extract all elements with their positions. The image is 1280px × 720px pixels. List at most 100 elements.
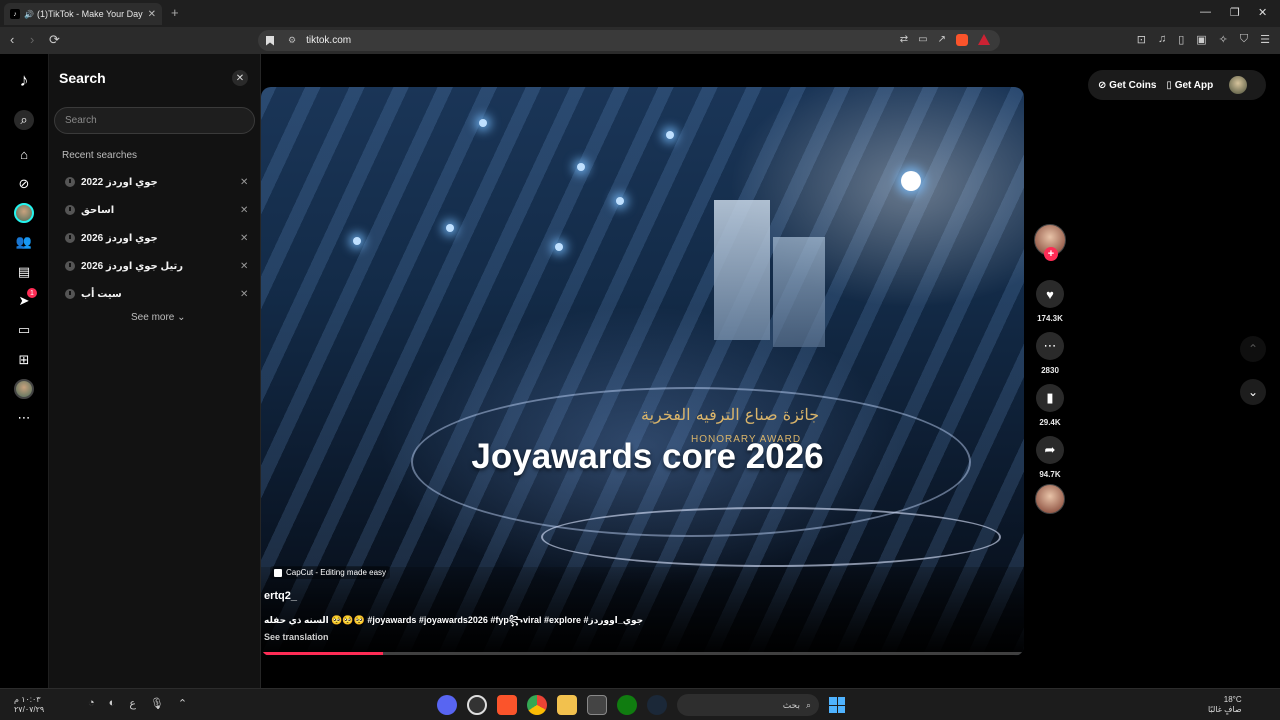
windows-start-icon[interactable]	[829, 697, 845, 713]
discord-icon[interactable]	[437, 695, 457, 715]
stage-light	[353, 237, 361, 245]
save-count: 29.4K	[1039, 418, 1061, 427]
forward-icon[interactable]: ›	[30, 32, 34, 47]
steam-icon[interactable]	[647, 695, 667, 715]
translate-icon[interactable]: ⇄	[900, 34, 908, 46]
leo-ai-icon[interactable]: ✧	[1219, 33, 1228, 46]
microphone-icon[interactable]: 🎙	[150, 697, 164, 710]
share-button[interactable]: ➦ 94.7K	[1034, 436, 1066, 479]
video-username[interactable]: ertq2_	[264, 590, 297, 602]
media-icon[interactable]: ♫	[1158, 33, 1166, 46]
screenshot-icon[interactable]: ⊡	[1137, 33, 1146, 46]
recent-search-item[interactable]: جوي اوردز 2022 ✕	[49, 168, 261, 196]
wifi-icon[interactable]: ◔	[88, 697, 95, 710]
see-more-button[interactable]: See more ⌄	[131, 312, 186, 323]
get-coins-button[interactable]: ⊘ Get Coins	[1098, 80, 1156, 91]
recent-search-item[interactable]: رتيل جوي اوردز 2026 ✕	[49, 252, 261, 280]
video-overlay-title: Joyawards core 2026	[471, 437, 824, 476]
previous-video-button[interactable]: ⌃	[1240, 336, 1266, 362]
browser-tab-tiktok[interactable]: ♪ 🔊 (1)TikTok - Make Your Day ✕	[4, 3, 162, 25]
taskbar-clock[interactable]: ١٠:٠٣ م ٢٧/٠٧/٢٩	[14, 695, 44, 715]
weather-widget[interactable]: 18°C صافٍ غالبًا	[1208, 695, 1242, 715]
nav-rail: ♪ ⌕ ⌂ ⊘ 👥 ▤ ➤ 1 ▭ ⊞ ⋯	[0, 54, 49, 688]
site-info-icon[interactable]: ⚙	[288, 35, 296, 46]
audience	[261, 567, 1024, 656]
comment-icon: ⋯	[1036, 332, 1064, 360]
capcut-anchor[interactable]: CapCut - Editing made easy	[270, 566, 391, 579]
friends-icon[interactable]: 👥	[14, 232, 34, 252]
back-icon[interactable]: ‹	[10, 32, 14, 47]
stage-screen	[714, 200, 770, 340]
window-close-icon[interactable]: ✕	[1258, 6, 1267, 19]
following-icon[interactable]	[14, 203, 34, 223]
save-button[interactable]: ▮ 29.4K	[1034, 384, 1066, 427]
minimize-icon[interactable]: —	[1200, 6, 1211, 18]
remove-icon[interactable]: ✕	[240, 289, 248, 300]
remove-icon[interactable]: ✕	[240, 205, 248, 216]
stage-light	[446, 224, 454, 232]
store-icon[interactable]	[587, 695, 607, 715]
recent-search-item[interactable]: اساحق ✕	[49, 196, 261, 224]
sidebar-icon[interactable]: ▯	[1178, 33, 1184, 46]
wallet-icon[interactable]: ▣	[1196, 33, 1206, 46]
comment-count: 2830	[1041, 366, 1059, 375]
heart-icon: ♥	[1036, 280, 1064, 308]
inbox-icon[interactable]: ➤ 1	[14, 288, 37, 311]
remove-icon[interactable]: ✕	[240, 177, 248, 188]
next-video-button[interactable]: ⌄	[1240, 379, 1266, 405]
remove-icon[interactable]: ✕	[240, 233, 248, 244]
search-input[interactable]	[54, 107, 255, 134]
new-tab-icon[interactable]: +	[171, 5, 179, 20]
chrome-icon[interactable]	[527, 695, 547, 715]
tab-close-icon[interactable]: ✕	[148, 9, 156, 20]
address-bar[interactable]: ⚙ tiktok.com ⇄ ▭ ↗	[258, 30, 1000, 51]
language-indicator[interactable]: ع	[129, 697, 136, 710]
comment-button[interactable]: ⋯ 2830	[1034, 332, 1066, 375]
video-progress-fill	[261, 652, 384, 655]
recent-search-item[interactable]: جوي اوردز 2026 ✕	[49, 224, 261, 252]
xbox-icon[interactable]	[617, 695, 637, 715]
search-icon[interactable]: ⌕	[14, 110, 34, 130]
remove-icon[interactable]: ✕	[240, 261, 248, 272]
tiktok-favicon-icon: ♪	[10, 9, 20, 19]
menu-icon[interactable]: ☰	[1260, 33, 1270, 46]
video-progress-bar[interactable]	[261, 652, 1024, 655]
home-icon[interactable]: ⌂	[14, 144, 34, 164]
share-icon[interactable]: ↗	[938, 34, 946, 46]
music-disc-icon	[1035, 484, 1065, 514]
vpn-icon[interactable]: ⛉	[1240, 33, 1248, 46]
profile-icon[interactable]	[14, 379, 34, 399]
tray-chevron-icon[interactable]: ⌃	[178, 697, 187, 710]
volume-icon[interactable]: ◐	[109, 697, 116, 710]
creator-avatar-button[interactable]: +	[1034, 224, 1066, 261]
close-search-icon[interactable]: ✕	[232, 70, 248, 86]
like-button[interactable]: ♥ 174.3K	[1034, 280, 1066, 323]
reload-icon[interactable]: ⟳	[49, 32, 60, 48]
cast-icon[interactable]: ▭	[918, 34, 927, 46]
see-translation-link[interactable]: See translation	[264, 632, 329, 642]
messages-icon[interactable]: ▭	[14, 320, 34, 340]
taskbar-search[interactable]: بحث ⌕	[677, 694, 819, 716]
follow-plus-icon[interactable]: +	[1044, 247, 1058, 261]
live-icon[interactable]: ▤	[14, 262, 34, 282]
audio-playing-icon[interactable]: 🔊	[24, 10, 34, 19]
more-icon[interactable]: ⋯	[14, 408, 34, 428]
stage-arabic-title: جائزة صناع الترفيه الفخرية	[641, 405, 820, 424]
app-icon[interactable]	[467, 695, 487, 715]
stage-light	[555, 243, 563, 251]
brave-rewards-icon[interactable]	[978, 34, 990, 45]
upload-icon[interactable]: ⊞	[14, 350, 34, 370]
get-app-button[interactable]: ▯ Get App	[1166, 80, 1213, 91]
recent-search-item[interactable]: سيت أب ✕	[49, 280, 261, 308]
brave-shields-icon[interactable]	[956, 34, 968, 46]
music-disc-button[interactable]	[1034, 484, 1066, 514]
profile-avatar[interactable]	[1229, 76, 1248, 94]
video-player[interactable]: جائزة صناع الترفيه الفخرية HONORARY AWAR…	[261, 87, 1024, 656]
bookmark-icon[interactable]	[266, 35, 274, 46]
brave-browser-icon[interactable]	[497, 695, 517, 715]
stage-light	[577, 163, 585, 171]
maximize-icon[interactable]: ❐	[1230, 6, 1240, 19]
explore-icon[interactable]: ⊘	[14, 174, 34, 194]
file-explorer-icon[interactable]	[557, 695, 577, 715]
tiktok-logo-icon[interactable]: ♪	[14, 70, 34, 90]
